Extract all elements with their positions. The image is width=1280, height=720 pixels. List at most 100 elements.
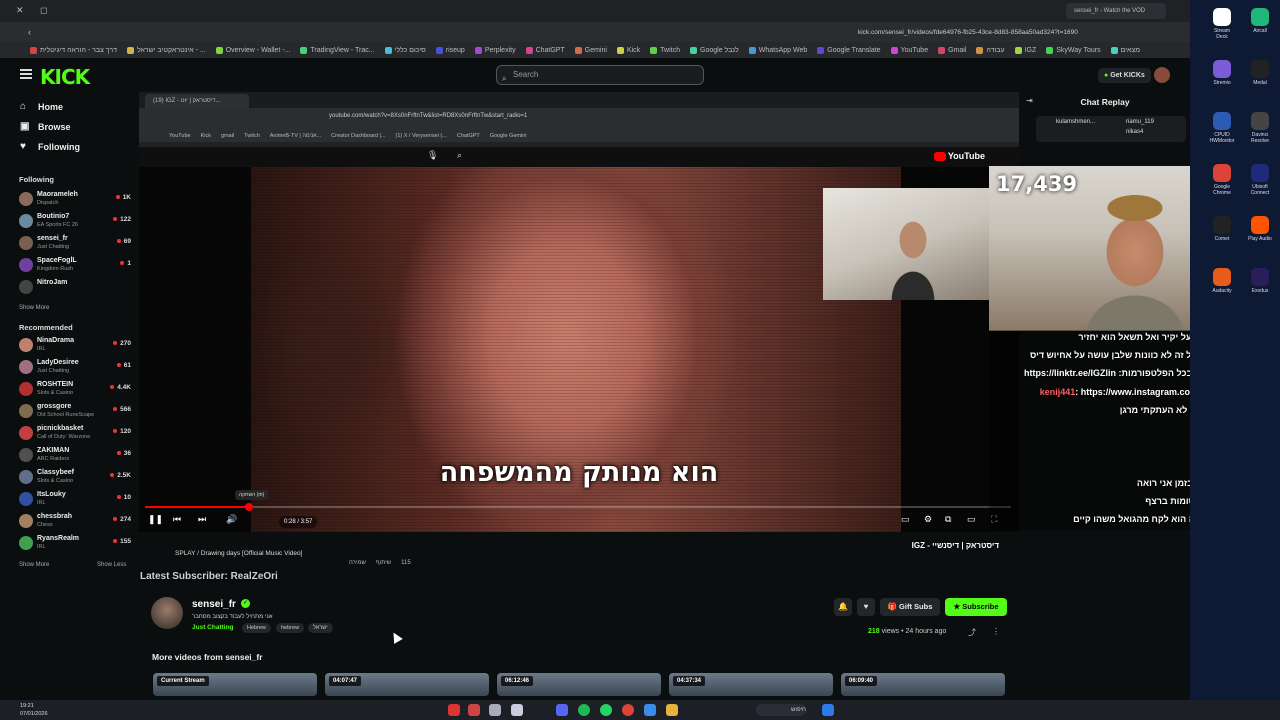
video-thumbnail[interactable]: 06:09:40	[841, 673, 1005, 696]
bookmark-item[interactable]: דרך צבר - הוראה דיגיטלית	[30, 46, 117, 54]
sidebar-channel[interactable]: SpaceFoglL Kingdom Rush 1	[19, 256, 131, 276]
close-icon[interactable]: ✕	[16, 5, 24, 16]
miniplayer-icon[interactable]: ⧉	[945, 514, 951, 525]
share-icon[interactable]: ⤴	[968, 627, 976, 638]
desktop-app-icon[interactable]: Medal	[1246, 60, 1274, 86]
more-options-icon[interactable]: ⋮	[992, 627, 1000, 636]
bookmark-item[interactable]: SkyWay Tours	[1046, 46, 1101, 54]
bookmark-item[interactable]: riseup	[435, 46, 465, 54]
tag[interactable]: ישראל	[308, 623, 333, 633]
bookmark-item[interactable]: ChatGPT	[525, 46, 565, 54]
sidebar-channel[interactable]: picnickbasket Call of Duty: Warzone 120	[19, 424, 131, 444]
bookmark-item[interactable]: סיכום כללי	[384, 46, 426, 54]
sidebar-item-home[interactable]: ⌂ Home	[20, 102, 63, 113]
sidebar-channel[interactable]: ItsLouky IRL 10	[19, 490, 131, 510]
sidebar-channel[interactable]: Boutinio7 EA Sports FC 26 122	[19, 212, 131, 232]
bookmark-item[interactable]: עבודה	[976, 46, 1005, 54]
avatar[interactable]	[1154, 67, 1170, 83]
bookmark-item[interactable]: Google Translate	[817, 46, 881, 54]
bookmark-item[interactable]: מצאים	[1110, 46, 1140, 54]
bookmark-item[interactable]: YouTube	[890, 46, 928, 54]
windows-start-icon[interactable]	[822, 704, 834, 716]
sidebar-item-browse[interactable]: ▣ Browse	[20, 122, 71, 133]
pause-icon[interactable]: ❚❚	[148, 514, 163, 525]
menu-icon[interactable]	[20, 69, 32, 79]
bookmark-item[interactable]: Gmail	[938, 46, 966, 54]
sidebar-channel[interactable]: RyansRealm IRL 155	[19, 534, 131, 554]
settings-icon[interactable]	[489, 704, 501, 716]
sidebar-channel[interactable]: ROSHTEIN Slots & Casino 4.4K	[19, 380, 131, 400]
tag[interactable]: Hebrew	[242, 623, 271, 633]
discord-icon[interactable]	[556, 704, 568, 716]
follow-heart-icon[interactable]: ♥	[857, 598, 875, 616]
desktop-app-icon[interactable]: CPUID HWMonitor	[1208, 112, 1236, 144]
desktop-app-icon[interactable]: Exodus	[1246, 268, 1274, 294]
sidebar-channel[interactable]: Maorameleh Dispatch 1K	[19, 190, 131, 210]
chrome-icon[interactable]	[622, 704, 634, 716]
back-icon[interactable]: ‹	[28, 27, 31, 37]
get-kicks-button[interactable]: ● Get KICKs	[1098, 68, 1151, 83]
bookmark-item[interactable]: Twitch	[650, 46, 680, 54]
like-count[interactable]: 115	[401, 560, 411, 566]
taskbar-app-icon[interactable]	[448, 704, 460, 716]
sidebar-channel[interactable]: LadyDesiree Just Chatting 61	[19, 358, 131, 378]
desktop-app-icon[interactable]: Audacity	[1208, 268, 1236, 294]
taskbar-app-icon[interactable]	[468, 704, 480, 716]
bookmark-item[interactable]: WhatsApp Web	[748, 46, 807, 54]
progress-handle[interactable]	[244, 503, 253, 511]
notification-bell-icon[interactable]: 🔔	[834, 598, 852, 616]
sidebar-channel[interactable]: NitroJam	[19, 278, 131, 298]
url-text[interactable]: kick.com/sensei_fr/videos/fde64976-fb25-…	[858, 29, 1078, 36]
desktop-app-icon[interactable]: Davinci Resolve	[1246, 112, 1274, 144]
show-more-recommended[interactable]: Show More	[19, 562, 49, 568]
subscribe-button[interactable]: ★ Subscribe	[945, 598, 1007, 616]
theater-icon[interactable]: ▭	[967, 514, 976, 525]
video-thumbnail[interactable]: 06:12:46	[497, 673, 661, 696]
desktop-app-icon[interactable]: Stremio	[1208, 60, 1236, 86]
video-thumbnail[interactable]: 04:37:34	[669, 673, 833, 696]
bookmark-item[interactable]: TradingView - Trac...	[300, 46, 375, 54]
desktop-app-icon[interactable]: Play Audio	[1246, 216, 1274, 242]
taskbar-app-icon[interactable]	[644, 704, 656, 716]
browser-tab-active[interactable]: sensei_fr - Watch the VOD	[1066, 3, 1166, 19]
previous-icon[interactable]: ⏮	[173, 514, 181, 525]
sidebar-channel[interactable]: grossgore Old School RuneScape 566	[19, 402, 131, 422]
desktop-app-icon[interactable]: Comet	[1208, 216, 1236, 242]
sidebar-channel[interactable]: sensei_fr Just Chatting 69	[19, 234, 131, 254]
bookmark-item[interactable]: אינטראקטיב ישראל - ...	[126, 46, 206, 54]
sidebar-item-following[interactable]: ♥ Following	[20, 142, 80, 153]
bookmark-item[interactable]: Overview - Wallet -...	[215, 46, 290, 54]
bookmark-item[interactable]: IGZ	[1014, 46, 1036, 54]
desktop-app-icon[interactable]: Aircall	[1246, 8, 1274, 34]
taskbar-search[interactable]: חיפוש	[756, 704, 806, 716]
tag[interactable]: hebrew	[276, 623, 305, 633]
window-icon[interactable]: ◻	[40, 5, 47, 16]
show-less-recommended[interactable]: Show Less	[97, 562, 126, 568]
chat-username[interactable]: kenij441	[1040, 387, 1076, 397]
whatsapp-icon[interactable]	[600, 704, 612, 716]
show-more-following[interactable]: Show More	[19, 305, 49, 311]
desktop-app-icon[interactable]: Ubisoft Connect	[1246, 164, 1274, 196]
next-icon[interactable]: ⏭	[198, 514, 206, 525]
video-thumbnail[interactable]: 04:07:47	[325, 673, 489, 696]
bookmark-item[interactable]: Kick	[616, 46, 640, 54]
sidebar-channel[interactable]: chessbrah Chess 274	[19, 512, 131, 532]
video-thumbnail[interactable]: Current Stream	[153, 673, 317, 696]
gift-subs-button[interactable]: 🎁 Gift Subs	[880, 598, 940, 616]
channel-category[interactable]: Just Chatting	[192, 624, 234, 631]
bookmark-item[interactable]: Perplexity	[474, 46, 516, 54]
sidebar-channel[interactable]: Classybeef Slots & Casino 2.5K	[19, 468, 131, 488]
folder-icon[interactable]	[666, 704, 678, 716]
kick-logo[interactable]: KICK	[40, 65, 90, 89]
channel-name[interactable]: sensei_fr	[192, 599, 236, 610]
sidebar-channel[interactable]: NinaDrama IRL 270	[19, 336, 131, 356]
bookmark-item[interactable]: Gemini	[574, 46, 607, 54]
progress-bar[interactable]	[145, 503, 1011, 511]
settings-icon[interactable]: ⚙	[924, 514, 932, 525]
sidebar-channel[interactable]: ZAKIMAN ARC Raiders 36	[19, 446, 131, 466]
desktop-app-icon[interactable]: Google Chrome	[1208, 164, 1236, 196]
desktop-app-icon[interactable]: Stream Deck	[1208, 8, 1236, 40]
taskbar-app-icon[interactable]	[511, 704, 523, 716]
volume-icon[interactable]: 🔊	[226, 514, 237, 525]
share-button[interactable]: שיתוף	[376, 560, 391, 566]
